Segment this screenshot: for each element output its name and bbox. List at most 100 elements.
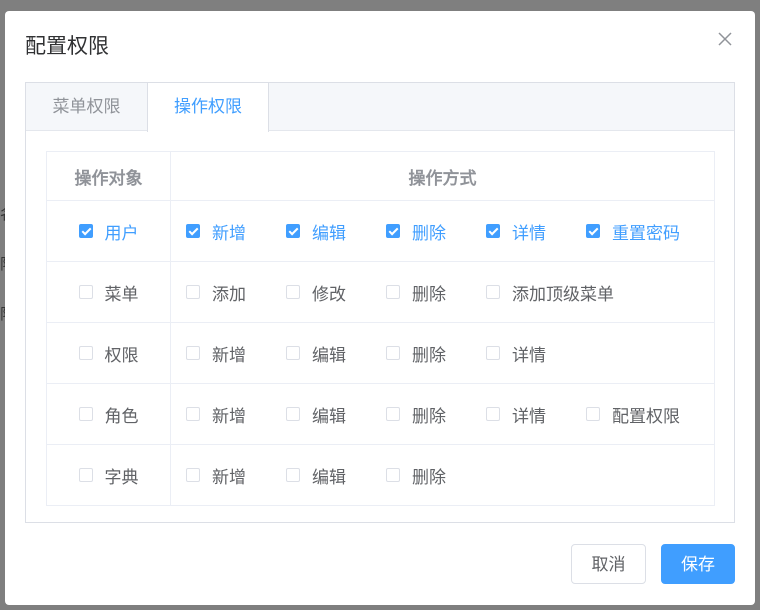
table-row: 权限 新增 编辑 删除 详情 (46, 322, 715, 384)
checkbox-label: 删除 (412, 467, 446, 488)
column-header-object: 操作对象 (46, 151, 171, 201)
object-checkbox[interactable]: 角色 (78, 402, 139, 427)
checkbox-unchecked-icon (386, 285, 400, 299)
checkbox-label: 权限 (104, 345, 139, 366)
object-cell: 角色 (46, 383, 171, 445)
operation-checkbox[interactable]: 删除 (386, 341, 486, 366)
cancel-button[interactable]: 取消 (571, 544, 646, 584)
operation-checkbox[interactable]: 新增 (186, 341, 286, 366)
operation-checkbox[interactable]: 编辑 (286, 463, 386, 488)
operation-checkbox[interactable]: 详情 (486, 219, 586, 244)
checkbox-label: 修改 (312, 284, 346, 305)
checkbox-label: 删除 (412, 345, 446, 366)
checkbox-unchecked-icon (186, 407, 200, 421)
checkbox-unchecked-icon (286, 407, 300, 421)
operation-checkbox[interactable]: 编辑 (286, 402, 386, 427)
checkbox-label: 菜单 (104, 284, 139, 305)
tabs-card: 菜单权限 操作权限 操作对象 操作方式 用户 新增 编辑 删除 详情 重置密码 菜单 添加 修改… (25, 82, 735, 523)
checkbox-unchecked-icon (78, 468, 93, 482)
column-header-operations: 操作方式 (170, 151, 715, 201)
checkbox-label: 添加 (212, 284, 246, 305)
checkbox-label: 详情 (512, 406, 546, 427)
object-cell: 菜单 (46, 261, 171, 323)
checkbox-unchecked-icon (486, 285, 500, 299)
checkbox-label: 删除 (412, 406, 446, 427)
checkbox-unchecked-icon (186, 285, 200, 299)
checkbox-unchecked-icon (386, 346, 400, 360)
close-icon[interactable] (713, 27, 737, 51)
operation-checkbox[interactable]: 详情 (486, 402, 586, 427)
checkbox-label: 删除 (412, 223, 446, 244)
checkbox-label: 角色 (104, 406, 139, 427)
tab-operation-permission[interactable]: 操作权限 (147, 83, 269, 132)
object-checkbox[interactable]: 用户 (78, 219, 139, 244)
checkbox-unchecked-icon (78, 285, 93, 299)
checkbox-label: 新增 (212, 406, 246, 427)
checkbox-checked-icon (286, 224, 300, 238)
operation-checkbox[interactable]: 添加 (186, 280, 286, 305)
checkbox-unchecked-icon (78, 407, 93, 421)
checkbox-unchecked-icon (186, 468, 200, 482)
operation-checkbox[interactable]: 配置权限 (586, 402, 686, 427)
checkbox-label: 新增 (212, 223, 246, 244)
object-cell: 字典 (46, 444, 171, 506)
operations-cell: 新增 编辑 删除 (170, 444, 715, 506)
checkbox-label: 新增 (212, 345, 246, 366)
operation-checkbox[interactable]: 修改 (286, 280, 386, 305)
checkbox-checked-icon (186, 224, 200, 238)
permission-table: 操作对象 操作方式 用户 新增 编辑 删除 详情 重置密码 菜单 添加 修改 删除 添加顶级菜单 权限… (46, 151, 715, 506)
operation-checkbox[interactable]: 编辑 (286, 341, 386, 366)
checkbox-label: 重置密码 (612, 223, 680, 244)
operation-checkbox[interactable]: 新增 (186, 219, 286, 244)
operation-checkbox[interactable]: 添加顶级菜单 (486, 280, 614, 305)
checkbox-label: 详情 (512, 223, 546, 244)
checkbox-unchecked-icon (286, 285, 300, 299)
checkbox-label: 编辑 (312, 406, 346, 427)
checkbox-label: 添加顶级菜单 (512, 284, 614, 305)
table-row: 字典 新增 编辑 删除 (46, 444, 715, 506)
operations-cell: 新增 编辑 删除 详情 配置权限 (170, 383, 715, 445)
operations-cell: 添加 修改 删除 添加顶级菜单 (170, 261, 715, 323)
checkbox-unchecked-icon (286, 468, 300, 482)
table-row: 用户 新增 编辑 删除 详情 重置密码 (46, 200, 715, 262)
tab-header: 菜单权限 操作权限 (26, 83, 734, 132)
checkbox-unchecked-icon (386, 468, 400, 482)
operation-checkbox[interactable]: 新增 (186, 463, 286, 488)
object-checkbox[interactable]: 权限 (78, 341, 139, 366)
tab-menu-permission[interactable]: 菜单权限 (26, 83, 147, 131)
checkbox-unchecked-icon (386, 407, 400, 421)
object-checkbox[interactable]: 字典 (78, 463, 139, 488)
checkbox-label: 详情 (512, 345, 546, 366)
operation-checkbox[interactable]: 删除 (386, 280, 486, 305)
table-row: 菜单 添加 修改 删除 添加顶级菜单 (46, 261, 715, 323)
checkbox-unchecked-icon (486, 346, 500, 360)
checkbox-label: 编辑 (312, 467, 346, 488)
checkbox-checked-icon (486, 224, 500, 238)
operation-checkbox[interactable]: 删除 (386, 219, 486, 244)
operation-checkbox[interactable]: 编辑 (286, 219, 386, 244)
dialog-title: 配置权限 (25, 34, 109, 58)
checkbox-label: 删除 (412, 284, 446, 305)
checkbox-unchecked-icon (286, 346, 300, 360)
operation-checkbox[interactable]: 详情 (486, 341, 586, 366)
object-checkbox[interactable]: 菜单 (78, 280, 139, 305)
permission-dialog: 配置权限 菜单权限 操作权限 操作对象 操作方式 用户 新增 编辑 删除 详情 重置密码菜… (5, 11, 755, 605)
checkbox-label: 配置权限 (612, 406, 680, 427)
checkbox-label: 新增 (212, 467, 246, 488)
table-row: 角色 新增 编辑 删除 详情 配置权限 (46, 383, 715, 445)
checkbox-label: 编辑 (312, 345, 346, 366)
operation-checkbox[interactable]: 重置密码 (586, 219, 686, 244)
operations-cell: 新增 编辑 删除 详情 (170, 322, 715, 384)
operations-cell: 新增 编辑 删除 详情 重置密码 (170, 200, 715, 262)
operation-checkbox[interactable]: 删除 (386, 402, 486, 427)
save-button[interactable]: 保存 (661, 544, 735, 584)
checkbox-checked-icon (386, 224, 400, 238)
checkbox-label: 用户 (104, 223, 139, 244)
checkbox-unchecked-icon (78, 346, 93, 360)
operation-checkbox[interactable]: 删除 (386, 463, 486, 488)
checkbox-checked-icon (586, 224, 600, 238)
checkbox-unchecked-icon (486, 407, 500, 421)
operation-checkbox[interactable]: 新增 (186, 402, 286, 427)
checkbox-checked-icon (78, 224, 93, 238)
checkbox-label: 编辑 (312, 223, 346, 244)
